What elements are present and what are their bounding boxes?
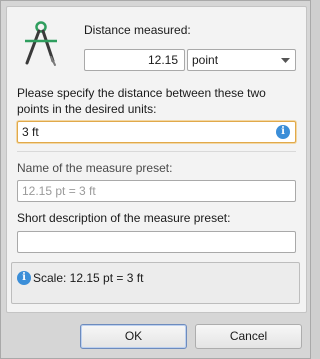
cancel-button[interactable]: Cancel — [195, 324, 302, 349]
ok-button[interactable]: OK — [80, 324, 187, 349]
preset-name-placeholder: 12.15 pt = 3 ft — [22, 184, 96, 198]
description-label: Short description of the measure preset: — [17, 211, 231, 225]
distance-value-field[interactable]: 12.15 — [84, 49, 185, 71]
dialog-content-panel: Distance measured: 12.15 point Please sp… — [6, 6, 307, 313]
section-divider — [17, 151, 296, 152]
distance-value-text: 12.15 — [147, 53, 178, 67]
preset-name-label: Name of the measure preset: — [17, 161, 173, 175]
distance-prompt-label: Please specify the distance between thes… — [17, 86, 266, 116]
description-input[interactable] — [17, 231, 296, 253]
chevron-down-icon — [281, 58, 290, 63]
distance-measured-label: Distance measured: — [84, 23, 191, 37]
units-distance-input-value: 3 ft — [22, 125, 39, 139]
unit-dropdown[interactable]: point — [187, 49, 296, 71]
info-icon: i — [17, 271, 31, 285]
scale-text: Scale: 12.15 pt = 3 ft — [33, 271, 144, 285]
units-distance-input[interactable]: 3 ft i — [17, 121, 296, 143]
measure-dialog: Distance measured: 12.15 point Please sp… — [0, 0, 311, 359]
compass-icon — [25, 21, 57, 66]
preset-name-input[interactable]: 12.15 pt = 3 ft — [17, 180, 296, 202]
scale-info-box: i Scale: 12.15 pt = 3 ft — [11, 262, 300, 304]
unit-dropdown-value: point — [192, 53, 219, 67]
info-icon[interactable]: i — [276, 125, 290, 139]
